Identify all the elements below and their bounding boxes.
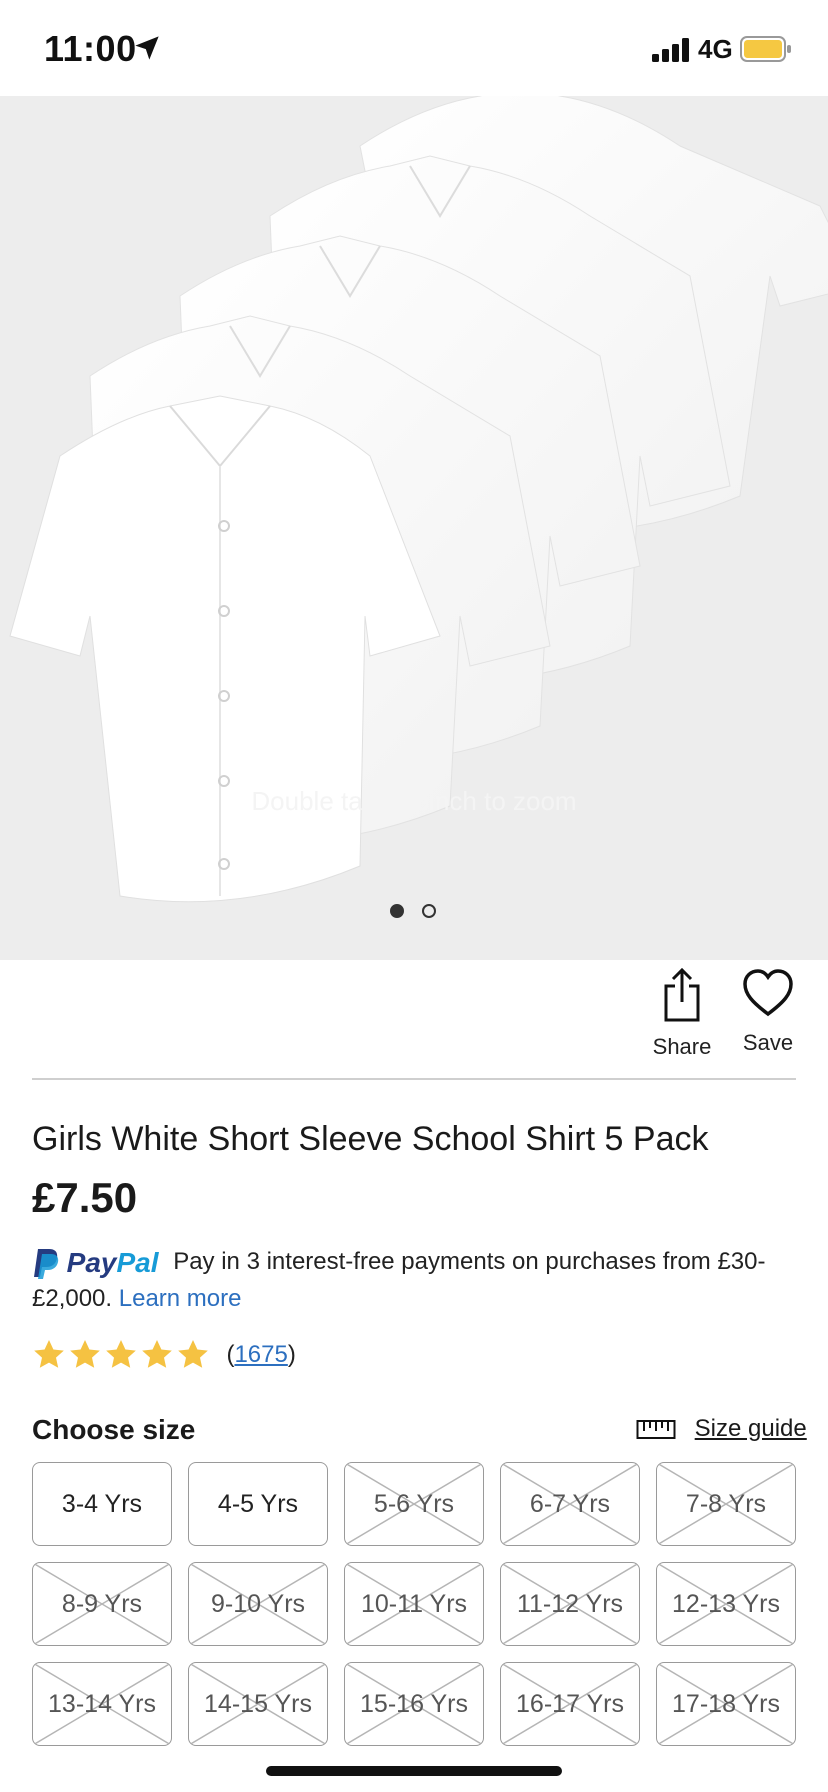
paypal-wordmark: PayPal [67,1247,159,1278]
size-option-button[interactable]: 3-4 Yrs [32,1462,172,1546]
size-option-button[interactable]: 15-16 Yrs [344,1662,484,1746]
size-option-button[interactable]: 17-18 Yrs [656,1662,796,1746]
size-option-label: 11-12 Yrs [516,1589,624,1618]
size-option-button[interactable]: 9-10 Yrs [188,1562,328,1646]
size-option-button[interactable]: 14-15 Yrs [188,1662,328,1746]
size-option-label: 15-16 Yrs [360,1689,468,1718]
size-option-button[interactable]: 6-7 Yrs [500,1462,640,1546]
size-option-label: 12-13 Yrs [672,1589,780,1618]
ruler-icon [636,1419,676,1439]
share-label: Share [652,1034,712,1059]
gallery-pagination[interactable] [388,904,448,924]
size-guide-button[interactable]: Size guide [636,1414,807,1443]
status-time: 11:00 [44,28,137,69]
product-price: £7.50 [32,1174,138,1221]
save-button[interactable]: Save [728,968,808,1056]
share-button[interactable]: Share [642,968,722,1060]
gallery-dot-1[interactable] [390,904,404,918]
network-type: 4G [698,34,733,64]
size-option-button[interactable]: 12-13 Yrs [656,1562,796,1646]
star-rating-icon [34,1340,208,1368]
size-option-label: 10-11 Yrs [360,1589,468,1618]
divider [32,1078,796,1080]
size-option-label: 3-4 Yrs [61,1489,143,1518]
zoom-hint: Double tap or pinch to zoom [251,786,577,816]
choose-size-heading: Choose size [32,1414,196,1445]
size-option-button[interactable]: 5-6 Yrs [344,1462,484,1546]
paypal-logo-icon [34,1248,59,1279]
size-option-button[interactable]: 16-17 Yrs [500,1662,640,1746]
size-option-label: 6-7 Yrs [529,1489,611,1518]
size-option-label: 14-15 Yrs [204,1689,312,1718]
gallery-dot-2[interactable] [422,904,436,918]
heart-icon [743,969,793,1017]
location-arrow-icon [135,36,159,60]
size-option-label: 7-8 Yrs [685,1489,767,1518]
size-option-button[interactable]: 11-12 Yrs [500,1562,640,1646]
learn-more-link[interactable]: Learn more [119,1285,242,1312]
cellular-signal-icon [652,38,689,62]
size-option-label: 4-5 Yrs [217,1489,299,1518]
product-actions: Share Save [0,968,828,1068]
size-option-label: 16-17 Yrs [516,1689,624,1718]
home-indicator[interactable] [266,1766,562,1776]
review-count-link[interactable]: 1675 [234,1341,287,1368]
paypal-wordmark-pay: Pay [66,1246,117,1278]
size-option-label: 5-6 Yrs [373,1489,455,1518]
paypal-wordmark-pal: Pal [116,1246,159,1278]
size-option-label: 17-18 Yrs [672,1689,780,1718]
save-label: Save [742,1030,794,1055]
product-image-gallery[interactable]: Double tap or pinch to zoom [0,96,828,960]
size-option-button[interactable]: 13-14 Yrs [32,1662,172,1746]
size-option-button[interactable]: 10-11 Yrs [344,1562,484,1646]
share-icon [664,968,700,1022]
product-title: Girls White Short Sleeve School Shirt 5 … [32,1120,709,1158]
size-option-label: 8-9 Yrs [61,1589,143,1618]
size-option-label: 13-14 Yrs [48,1689,156,1718]
battery-icon [740,36,791,62]
size-option-label: 9-10 Yrs [210,1589,306,1618]
product-image-shirts [9,96,828,903]
paypal-message: PayPal Pay in 3 interest-free payments o… [32,1244,792,1317]
rating[interactable]: (1675) [32,1338,296,1378]
size-option-button[interactable]: 8-9 Yrs [32,1562,172,1646]
size-guide-link[interactable]: Size guide [695,1415,807,1442]
size-option-button[interactable]: 4-5 Yrs [188,1462,328,1546]
size-option-button[interactable]: 7-8 Yrs [656,1462,796,1546]
review-count: (1675) [226,1341,296,1368]
status-bar: 11:00 4G [0,0,828,96]
